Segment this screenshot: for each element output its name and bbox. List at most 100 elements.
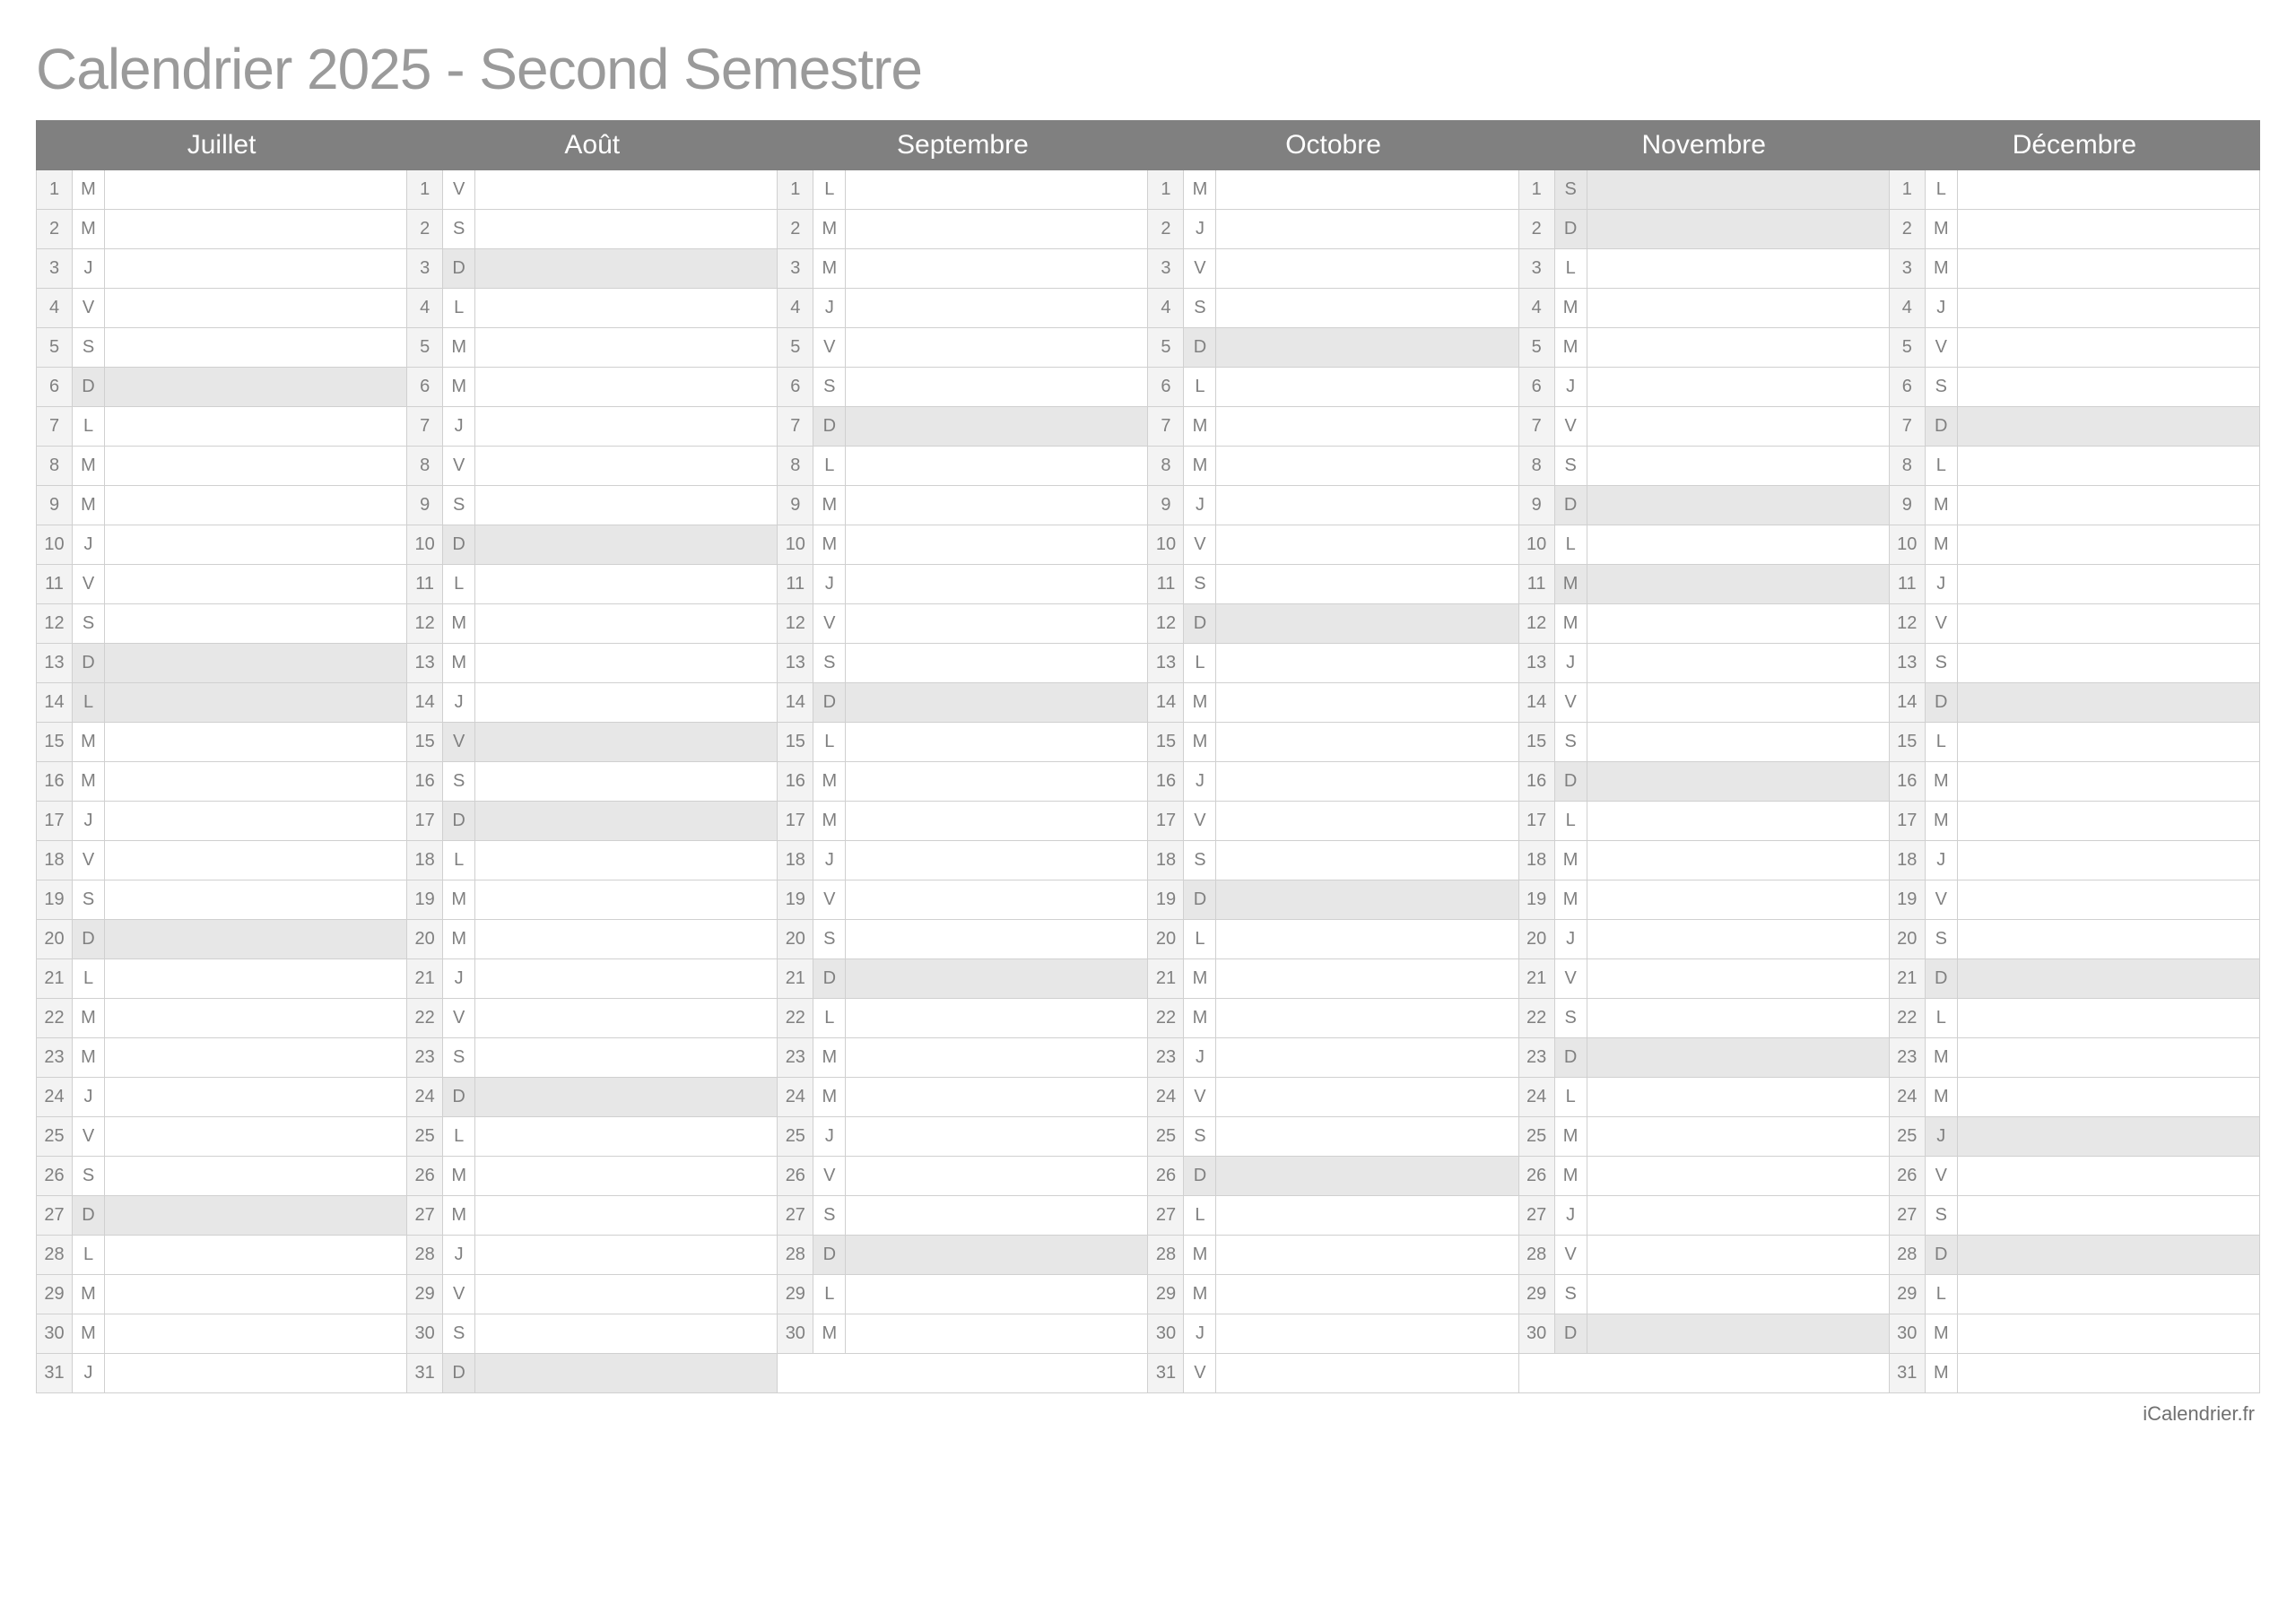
day-number: 28 [37, 1236, 73, 1274]
day-note-space [1587, 447, 1889, 485]
day-row: 12S12M12V12D12M12V [37, 604, 2260, 644]
day-cell: 23M [778, 1038, 1148, 1078]
day-weekday: L [443, 565, 475, 603]
day-note-space [1587, 920, 1889, 958]
day-note-space [1587, 683, 1889, 722]
day-weekday: V [443, 1275, 475, 1314]
day-weekday: J [1555, 920, 1587, 958]
month-header: Novembre [1518, 121, 1889, 170]
day-number: 16 [1519, 762, 1555, 801]
day-weekday: J [73, 249, 105, 288]
day-note-space [475, 1275, 777, 1314]
day-cell: 8L [778, 447, 1148, 486]
day-number: 17 [1519, 802, 1555, 840]
day-cell: 4J [1889, 289, 2259, 328]
day-cell: 22V [407, 999, 778, 1038]
day-cell [1518, 1354, 1889, 1393]
day-row: 1M1V1L1M1S1L [37, 170, 2260, 210]
day-weekday: L [1555, 249, 1587, 288]
day-weekday: V [813, 880, 846, 919]
day-cell: 4S [1148, 289, 1518, 328]
day-weekday: D [1555, 1038, 1587, 1077]
day-number: 4 [1519, 289, 1555, 327]
day-note-space [475, 959, 777, 998]
day-note-space [475, 249, 777, 288]
day-number: 16 [37, 762, 73, 801]
day-weekday: V [1926, 880, 1958, 919]
day-note-space [846, 1236, 1147, 1274]
day-weekday: M [1184, 407, 1216, 446]
day-weekday: M [1555, 841, 1587, 880]
day-weekday: D [1184, 880, 1216, 919]
day-cell: 2J [1148, 210, 1518, 249]
day-note-space [846, 723, 1147, 761]
day-cell: 11S [1148, 565, 1518, 604]
day-weekday: S [813, 920, 846, 958]
day-weekday: V [1926, 328, 1958, 367]
day-weekday: M [813, 249, 846, 288]
day-row: 8M8V8L8M8S8L [37, 447, 2260, 486]
day-cell: 28V [1518, 1236, 1889, 1275]
day-weekday: L [1184, 920, 1216, 958]
day-number: 10 [1519, 525, 1555, 564]
day-number: 7 [778, 407, 813, 446]
day-number: 2 [407, 210, 443, 248]
day-note-space [475, 1196, 777, 1235]
day-number: 2 [1519, 210, 1555, 248]
day-cell: 28D [1889, 1236, 2259, 1275]
day-number: 8 [1519, 447, 1555, 485]
day-number: 24 [37, 1078, 73, 1116]
day-weekday: D [443, 1354, 475, 1392]
day-weekday: S [813, 368, 846, 406]
day-note-space [1587, 210, 1889, 248]
day-row: 9M9S9M9J9D9M [37, 486, 2260, 525]
day-note-space [846, 328, 1147, 367]
day-note-space [846, 249, 1147, 288]
day-note-space [105, 999, 406, 1037]
day-weekday: J [73, 1078, 105, 1116]
day-weekday: J [813, 565, 846, 603]
day-cell: 30M [1889, 1314, 2259, 1354]
day-number: 8 [407, 447, 443, 485]
calendar-body: 1M1V1L1M1S1L2M2S2M2J2D2M3J3D3M3V3L3M4V4L… [37, 170, 2260, 1393]
day-number: 8 [1890, 447, 1926, 485]
day-note-space [105, 1354, 406, 1392]
day-note-space [475, 723, 777, 761]
day-number: 26 [1148, 1157, 1184, 1195]
day-cell: 22M [1148, 999, 1518, 1038]
day-weekday: S [1555, 447, 1587, 485]
day-cell: 27L [1148, 1196, 1518, 1236]
day-weekday: M [813, 1038, 846, 1077]
day-weekday: V [1184, 525, 1216, 564]
day-cell: 11L [407, 565, 778, 604]
day-cell: 15M [1148, 723, 1518, 762]
day-cell: 12M [407, 604, 778, 644]
day-note-space [1958, 762, 2259, 801]
day-number: 6 [37, 368, 73, 406]
day-note-space [846, 999, 1147, 1037]
day-weekday: D [1555, 210, 1587, 248]
day-number: 14 [1148, 683, 1184, 722]
day-number: 3 [1519, 249, 1555, 288]
day-cell: 17D [407, 802, 778, 841]
day-number: 27 [1519, 1196, 1555, 1235]
day-number: 31 [1148, 1354, 1184, 1392]
day-number: 3 [407, 249, 443, 288]
day-weekday: M [73, 999, 105, 1037]
day-weekday: V [73, 565, 105, 603]
day-row: 19S19M19V19D19M19V [37, 880, 2260, 920]
day-cell: 12D [1148, 604, 1518, 644]
day-row: 31J31D31V31M [37, 1354, 2260, 1393]
day-weekday: L [443, 289, 475, 327]
day-note-space [105, 723, 406, 761]
day-number: 12 [1890, 604, 1926, 643]
day-number: 1 [1890, 170, 1926, 209]
day-row: 5S5M5V5D5M5V [37, 328, 2260, 368]
day-number: 23 [407, 1038, 443, 1077]
day-note-space [105, 1038, 406, 1077]
day-weekday: D [813, 683, 846, 722]
day-weekday: V [1184, 802, 1216, 840]
day-weekday: V [443, 447, 475, 485]
day-number: 14 [1519, 683, 1555, 722]
day-note-space [105, 368, 406, 406]
